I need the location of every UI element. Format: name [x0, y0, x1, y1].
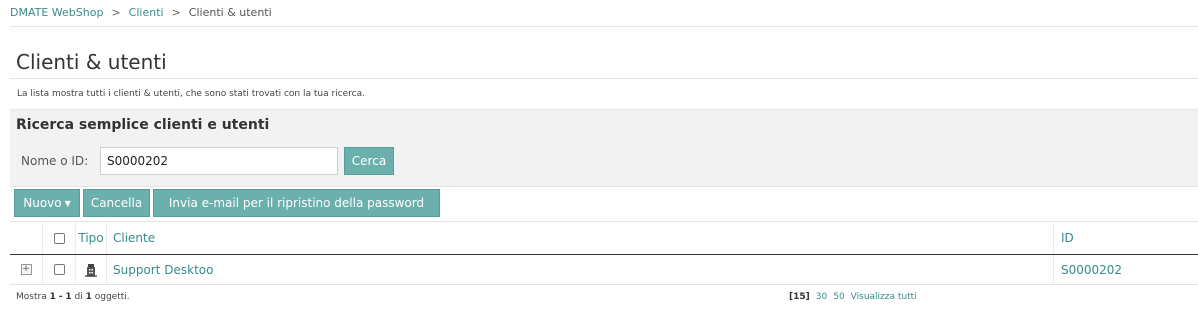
new-button-label: Nuovo [23, 196, 62, 210]
summary-of: di [74, 292, 83, 302]
column-header-client[interactable]: Cliente [107, 222, 1054, 254]
divider [10, 26, 1198, 27]
summary-prefix: Mostra [16, 292, 47, 302]
page-size-current: [15] [789, 292, 810, 302]
search-panel: Ricerca semplice clienti e utenti Nome o… [10, 109, 1198, 186]
expand-icon[interactable]: + [20, 264, 32, 275]
header-expand-cell [10, 222, 43, 254]
summary-total: 1 [85, 292, 92, 302]
breadcrumb-item-current: Clienti & utenti [188, 5, 272, 19]
summary-dash: - [58, 292, 63, 302]
column-header-type[interactable]: Tipo [76, 222, 107, 254]
new-dropdown-button[interactable]: Nuovo ▼ [14, 189, 80, 217]
page-size-all[interactable]: Visualizza tutti [851, 292, 917, 302]
page-title: Clienti & utenti [16, 50, 167, 74]
row-check-cell [43, 255, 76, 284]
search-label: Nome o ID: [21, 154, 89, 168]
header-check-cell [43, 222, 76, 254]
search-input[interactable] [100, 147, 338, 175]
divider [10, 186, 1198, 187]
summary-to: 1 [65, 292, 72, 302]
delete-button[interactable]: Cancella [83, 189, 150, 217]
client-link[interactable]: Support Desktoo [113, 263, 213, 277]
page-size-selector: [15] 30 50 Visualizza tutti [789, 292, 917, 302]
row-type-cell [76, 255, 107, 284]
breadcrumb: DMATE WebShop > Clienti > Clienti & uten… [10, 5, 272, 19]
search-button[interactable]: Cerca [344, 147, 394, 175]
page-size-30[interactable]: 30 [816, 292, 827, 302]
column-header-id[interactable]: ID [1054, 222, 1198, 254]
row-id-cell: S0000202 [1054, 255, 1198, 284]
search-heading: Ricerca semplice clienti e utenti [16, 117, 270, 133]
breadcrumb-separator: > [111, 5, 121, 19]
breadcrumb-item-webshop[interactable]: DMATE WebShop [10, 6, 103, 19]
building-icon [85, 263, 97, 277]
row-client-cell: Support Desktoo [107, 255, 1054, 284]
select-all-checkbox[interactable] [53, 232, 65, 244]
table-header: Tipo Cliente ID [10, 221, 1198, 255]
page-size-50[interactable]: 50 [833, 292, 844, 302]
results-summary: Mostra 1 - 1 di 1 oggetti. [16, 292, 130, 302]
summary-suffix: oggetti. [94, 292, 130, 302]
breadcrumb-separator: > [171, 5, 181, 19]
row-checkbox[interactable] [53, 264, 65, 275]
breadcrumb-item-clienti[interactable]: Clienti [129, 6, 164, 19]
summary-from: 1 [49, 292, 56, 302]
client-id-link[interactable]: S0000202 [1061, 263, 1122, 277]
row-expand-cell: + [10, 255, 43, 284]
divider [10, 78, 1198, 79]
send-reset-email-button[interactable]: Invia e-mail per il ripristino della pas… [153, 189, 440, 217]
table-row: + Support Desktoo S0000202 [10, 255, 1198, 285]
clients-table: Tipo Cliente ID + Support Desktoo S00002… [10, 221, 1198, 285]
page-description: La lista mostra tutti i clienti & utenti… [17, 89, 365, 99]
caret-down-icon: ▼ [64, 198, 71, 208]
